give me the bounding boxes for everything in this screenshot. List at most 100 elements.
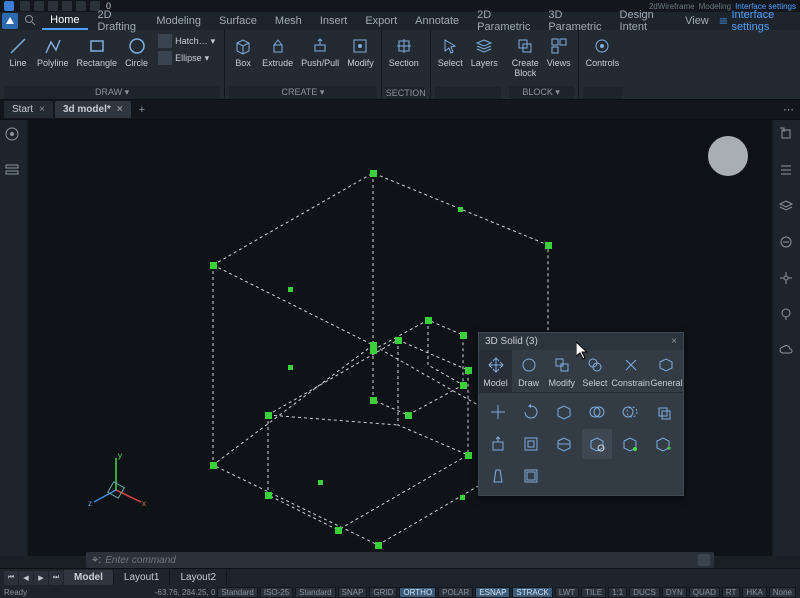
tool-pushpull[interactable]: Push/Pull [298,33,342,71]
toggle-tile[interactable]: TILE [581,587,606,598]
tab-surface[interactable]: Surface [211,13,265,29]
tab-view[interactable]: View [677,13,717,29]
tab-export[interactable]: Export [357,13,405,29]
toggle-strack[interactable]: STRACK [512,587,552,598]
tool-circle[interactable]: Circle [122,33,151,71]
op-chamfer-edge-icon[interactable] [615,429,645,459]
palette-properties-icon[interactable] [778,162,796,180]
tab-annotate[interactable]: Annotate [407,13,467,29]
toggle-quad[interactable]: QUAD [689,587,720,598]
toggle-snap[interactable]: SNAP [338,587,368,598]
toggle-none[interactable]: None [769,587,796,598]
add-document-tab[interactable]: + [133,102,151,118]
close-icon[interactable]: × [671,336,677,347]
op-taper-icon[interactable] [483,461,513,491]
close-icon[interactable]: × [117,104,123,115]
op-shell-icon[interactable] [516,429,546,459]
toggle-esnap[interactable]: ESNAP [475,587,510,598]
toggle-polar[interactable]: POLAR [438,587,473,598]
op-extrude-face-icon[interactable] [483,429,513,459]
toggle-rt[interactable]: RT [722,587,741,598]
layout-nav-last-icon[interactable]: ⏭ [49,571,63,585]
qat-undo-icon[interactable] [76,1,86,11]
tool-views[interactable]: Views [544,33,574,71]
quad-tab-constrain[interactable]: Constrain [611,350,650,392]
toggle-grid[interactable]: GRID [369,587,397,598]
doctabs-overflow-icon[interactable]: ⋯ [783,103,794,116]
tool-layers[interactable]: Layers [468,33,501,71]
layout-tab-model[interactable]: Model [64,570,114,585]
toggle-lwt[interactable]: LWT [555,587,579,598]
toggle-ortho[interactable]: ORTHO [399,587,436,598]
tool-create-block[interactable]: Create Block [509,33,542,81]
layout-tab-layout1[interactable]: Layout1 [114,570,171,585]
global-search-icon[interactable] [24,14,36,28]
quad-tab-modify[interactable]: Modify [545,350,578,392]
tool-extrude[interactable]: Extrude [259,33,296,71]
qat-print-icon[interactable] [62,1,72,11]
status-tablestyle[interactable]: Standard [295,587,335,598]
op-slice-icon[interactable] [549,429,579,459]
move-icon [485,354,507,376]
tab-home[interactable]: Home [42,12,87,30]
toggle-dyn[interactable]: DYN [662,587,687,598]
toggle-ducs[interactable]: DUCS [629,587,660,598]
quad-tab-draw[interactable]: Draw [512,350,545,392]
tool-ellipse[interactable]: Ellipse▾ [156,50,217,66]
tips-icon[interactable] [4,126,22,144]
tab-mesh[interactable]: Mesh [267,13,310,29]
tool-select[interactable]: Select [435,33,466,71]
qat-open-icon[interactable] [34,1,44,11]
viewport[interactable]: x y z 3D Solid (3) × Model Draw Modify [28,120,772,556]
op-solid-icon[interactable] [549,397,579,427]
tab-insert[interactable]: Insert [312,13,356,29]
palette-layers-icon[interactable] [778,198,796,216]
tool-modify[interactable]: Modify [344,33,377,71]
op-intersect-icon[interactable] [648,397,678,427]
op-rotate-icon[interactable] [516,397,546,427]
draw-tab-icon [518,354,540,376]
tool-line[interactable]: Line [4,33,32,71]
command-history-icon[interactable] [698,554,710,566]
op-move-icon[interactable] [483,397,513,427]
layout-nav-next-icon[interactable]: ▶ [34,571,48,585]
structure-panel-icon[interactable] [4,162,22,180]
tool-hatch[interactable]: Hatch…▾ [156,33,217,49]
qat-save-icon[interactable] [48,1,58,11]
tool-box[interactable]: Box [229,33,257,71]
tool-section[interactable]: Section [386,33,422,71]
op-fillet-edge-icon[interactable] [582,429,612,459]
doctab-start[interactable]: Start × [4,101,53,118]
palette-lights-icon[interactable] [778,306,796,324]
quad-tab-model[interactable]: Model [479,350,512,392]
extrude-icon [267,35,289,57]
qat-new-icon[interactable] [20,1,30,11]
palette-commands-icon[interactable] [778,126,796,144]
interface-settings-link[interactable]: Interface settings [719,9,798,33]
op-add-solid-icon[interactable] [648,429,678,459]
palette-cloud-icon[interactable] [778,342,796,360]
quad-tab-general[interactable]: General [650,350,683,392]
doctab-3d-model[interactable]: 3d model* × [55,101,131,118]
layout-tab-layout2[interactable]: Layout2 [170,570,227,585]
toggle-scale[interactable]: 1:1 [608,587,627,598]
op-union-icon[interactable] [582,397,612,427]
toggle-hka[interactable]: HKA [742,587,766,598]
view-cube[interactable] [708,136,748,176]
status-textstyle[interactable]: Standard [217,587,257,598]
close-icon[interactable]: × [39,104,45,115]
tool-rectangle[interactable]: Rectangle [74,33,121,71]
status-dimstyle[interactable]: ISO-25 [260,587,293,598]
tool-polyline[interactable]: Polyline [34,33,72,71]
op-subtract-icon[interactable] [615,397,645,427]
app-menu-button[interactable] [2,13,18,29]
palette-materials-icon[interactable] [778,234,796,252]
command-line[interactable]: ⌖: Enter command [86,552,714,568]
palette-render-icon[interactable] [778,270,796,288]
layout-nav-first-icon[interactable]: ⏮ [4,571,18,585]
tool-controls[interactable]: Controls [583,33,623,71]
layout-nav-prev-icon[interactable]: ◀ [19,571,33,585]
views-icon [548,35,570,57]
op-offset-icon[interactable] [516,461,546,491]
tab-modeling[interactable]: Modeling [148,13,209,29]
